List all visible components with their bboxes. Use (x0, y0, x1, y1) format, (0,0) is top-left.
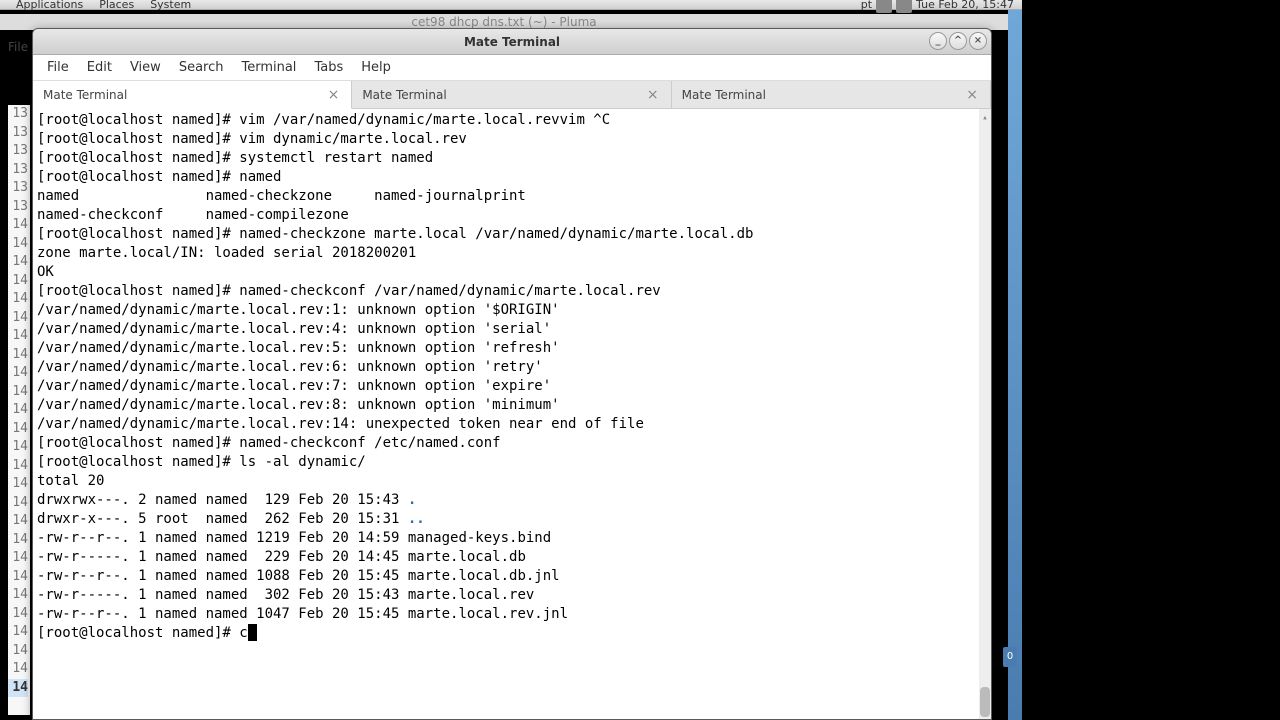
menu-help[interactable]: Help (353, 57, 399, 78)
ls-row: -rw-r--r--. 1 named named 1219 Feb 20 14… (37, 529, 987, 548)
scrollbar[interactable]: ▴ (979, 109, 991, 719)
ls-filename: marte.local.db (408, 549, 526, 565)
terminal-line: [root@localhost named]# vim dynamic/mart… (37, 130, 987, 149)
scroll-up-icon[interactable]: ▴ (980, 109, 990, 121)
ls-filename: marte.local.rev (408, 587, 534, 603)
terminal-line: [root@localhost named]# ls -al dynamic/ (37, 453, 987, 472)
ls-row: -rw-r-----. 1 named named 302 Feb 20 15:… (37, 586, 987, 605)
tab-1[interactable]: Mate Terminal × (352, 81, 671, 108)
ls-row: -rw-r--r--. 1 named named 1088 Feb 20 15… (37, 567, 987, 586)
menu-tabs[interactable]: Tabs (306, 57, 351, 78)
ls-row: -rw-r-----. 1 named named 229 Feb 20 14:… (37, 548, 987, 567)
terminal-line: OK (37, 263, 987, 282)
terminal-line: /var/named/dynamic/marte.local.rev:4: un… (37, 320, 987, 339)
workspace-indicator[interactable]: 0 (1003, 647, 1017, 667)
maximize-button[interactable]: ^ (949, 32, 967, 50)
menu-view[interactable]: View (122, 57, 169, 78)
ls-filename: .. (408, 511, 425, 527)
terminal-window: Mate Terminal _ ^ × FileEditViewSearchTe… (32, 28, 992, 720)
tab-label: Mate Terminal (43, 88, 127, 102)
menubar: FileEditViewSearchTerminalTabsHelp (33, 55, 991, 81)
clock[interactable]: Tue Feb 20, 15:47 (916, 0, 1014, 11)
ls-row: -rw-r--r--. 1 named named 1047 Feb 20 15… (37, 605, 987, 624)
tab-close-icon[interactable]: × (645, 87, 661, 103)
terminal-line: named-checkconf named-compilezone (37, 206, 987, 225)
terminal-line: [root@localhost named]# named-checkconf … (37, 282, 987, 301)
tab-0[interactable]: Mate Terminal × (33, 81, 352, 109)
terminal-line: /var/named/dynamic/marte.local.rev:14: u… (37, 415, 987, 434)
terminal-line: zone marte.local/IN: loaded serial 20182… (37, 244, 987, 263)
terminal-line: /var/named/dynamic/marte.local.rev:6: un… (37, 358, 987, 377)
editor-line-gutter: 1313131313131414141414141414141414141414… (8, 105, 30, 715)
terminal-line: /var/named/dynamic/marte.local.rev:8: un… (37, 396, 987, 415)
sound-icon[interactable] (896, 0, 912, 13)
terminal-line: total 20 (37, 472, 987, 491)
ls-row: drwxrwx---. 2 named named 129 Feb 20 15:… (37, 491, 987, 510)
menu-file[interactable]: File (39, 57, 77, 78)
close-button[interactable]: × (969, 32, 987, 50)
ls-filename: managed-keys.bind (408, 530, 551, 546)
desktop-right-strip (1008, 10, 1022, 720)
terminal-line: named named-checkzone named-journalprint (37, 187, 987, 206)
terminal-body[interactable]: ▴ [root@localhost named]# vim /var/named… (33, 109, 991, 719)
terminal-line: /var/named/dynamic/marte.local.rev:7: un… (37, 377, 987, 396)
prompt-line[interactable]: [root@localhost named]# c (37, 624, 987, 643)
network-icon[interactable] (876, 0, 892, 13)
tab-bar: Mate Terminal×Mate Terminal×Mate Termina… (33, 81, 991, 109)
terminal-line: [root@localhost named]# named-checkconf … (37, 434, 987, 453)
ls-row: drwxr-x---. 5 root named 262 Feb 20 15:3… (37, 510, 987, 529)
ls-filename: marte.local.db.jnl (408, 568, 560, 584)
menu-search[interactable]: Search (171, 57, 232, 78)
scroll-thumb[interactable] (980, 687, 990, 717)
terminal-line: /var/named/dynamic/marte.local.rev:5: un… (37, 339, 987, 358)
ls-filename: marte.local.rev.jnl (408, 606, 568, 622)
tab-label: Mate Terminal (682, 88, 766, 102)
menu-terminal[interactable]: Terminal (233, 57, 304, 78)
tab-label: Mate Terminal (362, 88, 446, 102)
terminal-line: [root@localhost named]# named (37, 168, 987, 187)
apps-menu[interactable]: Applications (8, 0, 91, 11)
system-menu[interactable]: System (142, 0, 199, 11)
minimize-button[interactable]: _ (929, 32, 947, 50)
terminal-line: [root@localhost named]# named-checkzone … (37, 225, 987, 244)
terminal-line: [root@localhost named]# vim /var/named/d… (37, 111, 987, 130)
top-panel: Applications Places System pt Tue Feb 20… (0, 0, 1022, 10)
tab-close-icon[interactable]: × (964, 87, 980, 103)
terminal-line: [root@localhost named]# systemctl restar… (37, 149, 987, 168)
places-menu[interactable]: Places (91, 0, 142, 11)
tab-2[interactable]: Mate Terminal × (672, 81, 991, 108)
keyboard-indicator[interactable]: pt (861, 0, 872, 11)
tab-close-icon[interactable]: × (326, 87, 342, 103)
terminal-line: /var/named/dynamic/marte.local.rev:1: un… (37, 301, 987, 320)
ls-filename: . (408, 492, 416, 508)
background-editor-file-menu: File (8, 40, 28, 54)
cursor (248, 624, 257, 641)
titlebar[interactable]: Mate Terminal _ ^ × (33, 29, 991, 55)
menu-edit[interactable]: Edit (79, 57, 120, 78)
window-title: Mate Terminal (464, 35, 560, 49)
